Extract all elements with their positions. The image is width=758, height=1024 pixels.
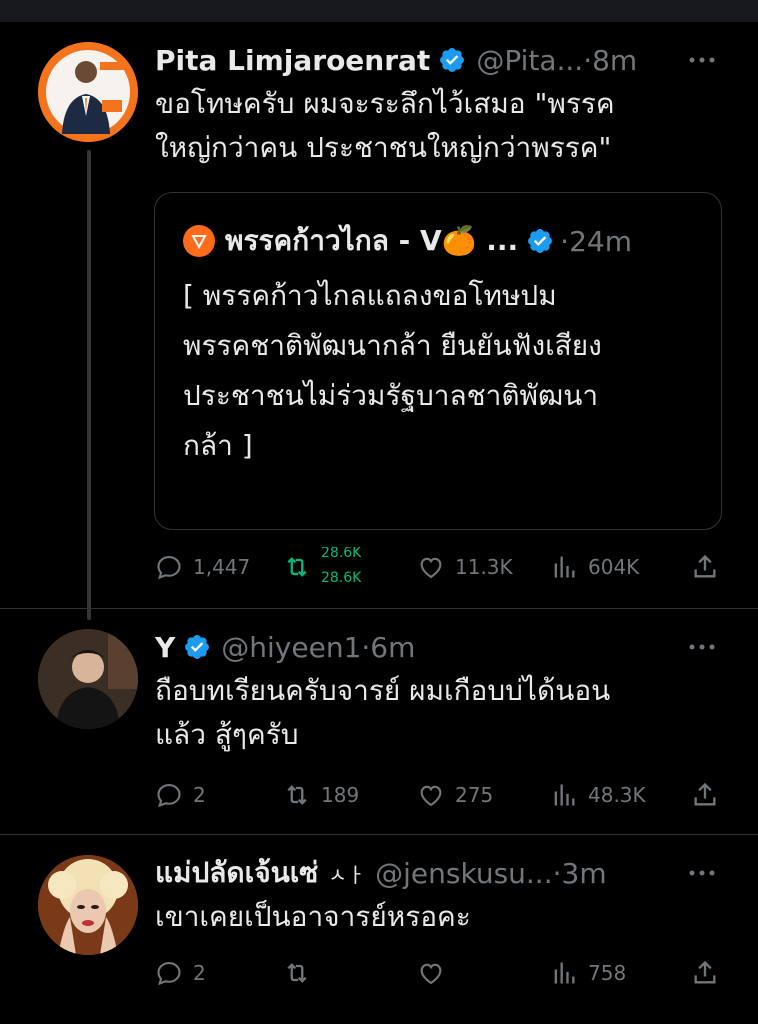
avatar[interactable]	[38, 855, 138, 955]
verified-badge-icon	[183, 633, 211, 661]
separator-dot: ·	[560, 224, 570, 258]
more-options-icon[interactable]	[684, 855, 720, 891]
views-button[interactable]: 48.3K	[550, 775, 646, 815]
heart-icon	[420, 557, 442, 579]
views-chart-icon	[554, 962, 575, 984]
avatar-image	[38, 42, 138, 142]
author-handle[interactable]: @jenskusu...	[375, 857, 552, 890]
timestamp[interactable]: 8m	[592, 44, 637, 77]
quote-author-name[interactable]: พรรคก้าวไกล - V🍊 ...	[225, 219, 518, 263]
retweet-icon	[287, 785, 307, 805]
tweet-text: ถือบทเรียนครับจารย์ ผมเกือบบ่ได้นอน แล้ว…	[155, 669, 728, 757]
verified-badge-icon	[526, 227, 554, 255]
tweet-actions: 2 758	[155, 953, 725, 993]
views-button[interactable]: 604K	[550, 547, 639, 587]
retweet-count: 189	[321, 783, 360, 807]
reply-count: 1,447	[193, 555, 251, 579]
views-count: 48.3K	[588, 783, 646, 807]
retweet-button[interactable]	[283, 953, 321, 993]
tweet-reply-jen[interactable]: แม่ปลัดเจ้นเซ่ ㅅㅏ @jenskusu... · 3m เขาเ…	[0, 835, 758, 1024]
author-name[interactable]: แม่ปลัดเจ้นเซ่	[155, 851, 318, 895]
tweet-pita[interactable]: Pita Limjaroenrat @Pita... · 8m ขอโทษครั…	[0, 0, 758, 600]
like-count: 11.3K	[455, 555, 513, 579]
tweet-header: Y @hiyeen1 · 6m	[155, 629, 728, 665]
avatar[interactable]	[38, 42, 138, 142]
author-name[interactable]: Y	[155, 631, 175, 664]
views-button[interactable]: 758	[550, 953, 626, 993]
tweet-text-line: ขอโทษครับ ผมจะระลึกไว้เสมอ "พรรค	[155, 87, 615, 120]
views-count: 758	[588, 961, 627, 985]
reply-icon	[157, 556, 181, 580]
retweet-button[interactable]: 189	[283, 775, 359, 815]
separator-dot: ·	[583, 43, 593, 77]
share-icon	[694, 554, 716, 578]
tweet-header: Pita Limjaroenrat @Pita... · 8m	[155, 42, 728, 78]
quote-text-line: ประชาชนไม่ร่วมรัฐบาลชาติพัฒนา	[183, 379, 599, 412]
tweet-actions: 2 189 275 48.3K	[155, 775, 725, 815]
quote-header: พรรคก้าวไกล - V🍊 ... · 24m	[183, 221, 632, 261]
reply-button[interactable]: 2	[155, 775, 206, 815]
quote-text-line: กล้า ]	[183, 429, 253, 462]
tweet-text-line: ถือบทเรียนครับจารย์ ผมเกือบบ่ได้นอน	[155, 674, 611, 707]
tweet-actions: 1,447 28.6K 28.6K 11.3K 604K	[155, 547, 725, 587]
avatar-image	[38, 855, 138, 955]
retweet-icon	[287, 963, 307, 983]
share-icon	[694, 960, 716, 984]
share-button[interactable]	[691, 953, 719, 993]
tweet-reply-y[interactable]: Y @hiyeen1 · 6m ถือบทเรียนครับจารย์ ผมเก…	[0, 609, 758, 831]
verified-badge-icon	[438, 46, 466, 74]
more-options-icon[interactable]	[684, 629, 720, 665]
reply-button[interactable]: 2	[155, 953, 206, 993]
timestamp[interactable]: 3m	[562, 857, 607, 890]
views-chart-icon	[554, 784, 575, 806]
timestamp[interactable]: 6m	[370, 631, 415, 664]
author-name-suffix: ㅅㅏ	[328, 862, 366, 887]
quoted-tweet[interactable]: พรรคก้าวไกล - V🍊 ... · 24m [ พรรคก้าวไกล…	[154, 192, 722, 530]
reply-count: 2	[193, 961, 206, 985]
tweet-text-line: แล้ว สู้ๆครับ	[155, 718, 299, 751]
tweet-header: แม่ปลัดเจ้นเซ่ ㅅㅏ @jenskusu... · 3m	[155, 855, 728, 891]
reply-button[interactable]: 1,447	[155, 547, 250, 587]
avatar-image	[38, 629, 138, 729]
avatar[interactable]	[38, 629, 138, 729]
author-handle[interactable]: @Pita...	[476, 44, 583, 77]
views-chart-icon	[554, 556, 575, 578]
quote-text-line: พรรคชาติพัฒนากล้า ยืนยันฟังเสียง	[183, 329, 602, 362]
share-icon	[694, 782, 716, 806]
reply-icon	[157, 784, 181, 808]
tweet-text-line: ใหญ่กว่าคน ประชาชนใหญ่กว่าพรรค"	[155, 131, 612, 164]
reply-count: 2	[193, 783, 206, 807]
like-button[interactable]: 275	[417, 775, 493, 815]
separator-dot: ·	[552, 856, 562, 890]
more-options-icon[interactable]	[684, 42, 720, 78]
author-name[interactable]: Pita Limjaroenrat	[155, 44, 430, 77]
retweet-count-animating: 28.6K	[321, 547, 362, 561]
author-handle[interactable]: @hiyeen1	[221, 631, 361, 664]
separator-dot: ·	[361, 630, 371, 664]
quote-text: [ พรรคก้าวไกลแถลงขอโทษปม พรรคชาติพัฒนากล…	[183, 271, 703, 471]
quote-timestamp[interactable]: 24m	[569, 225, 632, 258]
heart-icon	[420, 785, 442, 807]
share-button[interactable]	[691, 547, 719, 587]
quote-text-line: [ พรรคก้าวไกลแถลงขอโทษปม	[183, 279, 557, 312]
heart-icon	[420, 963, 442, 985]
share-button[interactable]	[691, 775, 719, 815]
party-logo-icon	[183, 225, 215, 257]
like-count: 275	[455, 783, 494, 807]
views-count: 604K	[588, 555, 640, 579]
retweet-count-animating: 28.6K	[321, 570, 362, 586]
tweet-text: เขาเคยเป็นอาจารย์หรอคะ	[155, 895, 728, 939]
like-button[interactable]: 11.3K	[417, 547, 513, 587]
retweet-button[interactable]: 28.6K 28.6K	[283, 547, 361, 587]
like-button[interactable]	[417, 953, 455, 993]
retweet-icon	[287, 557, 307, 577]
reply-icon	[157, 962, 181, 986]
tweet-text-line: เขาเคยเป็นอาจารย์หรอคะ	[155, 900, 471, 933]
tweet-text: ขอโทษครับ ผมจะระลึกไว้เสมอ "พรรค ใหญ่กว่…	[155, 82, 728, 170]
